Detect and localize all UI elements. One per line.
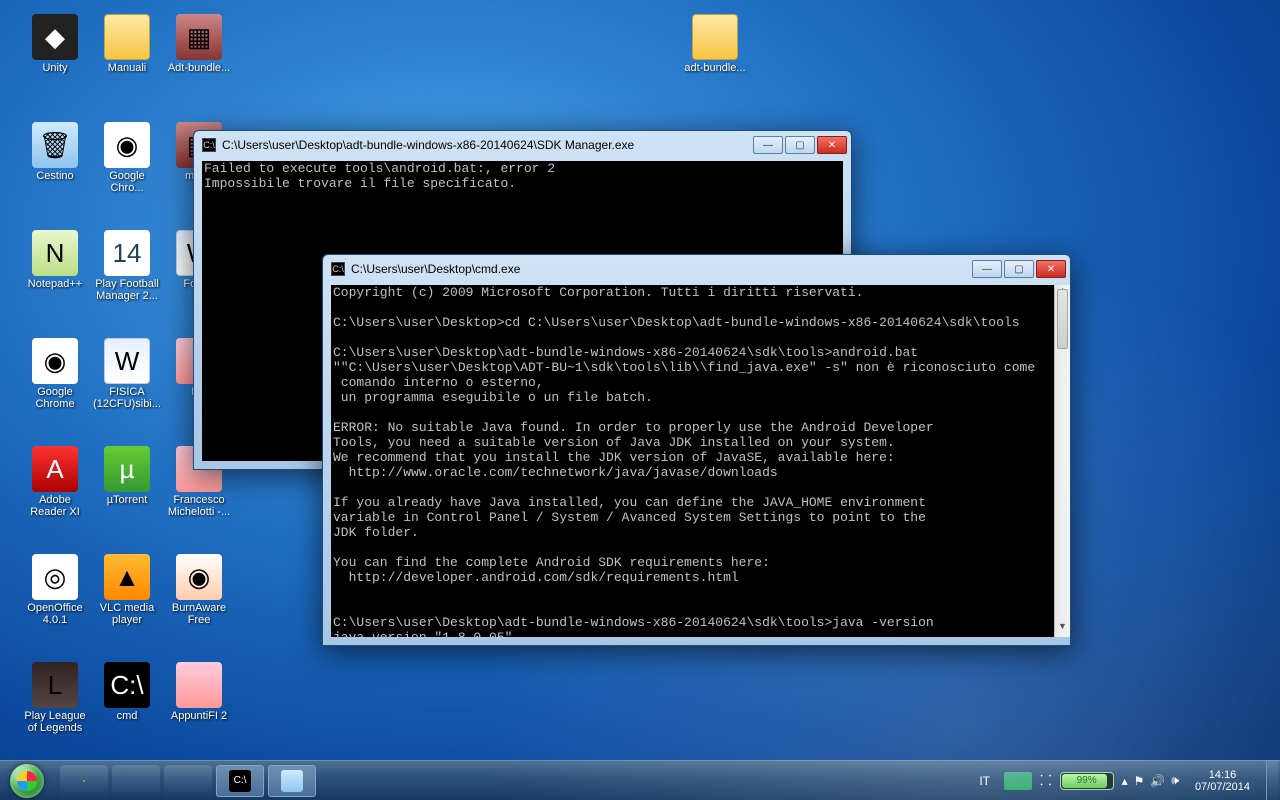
- cestino-icon: 🗑: [32, 122, 78, 168]
- minimize-button[interactable]: —: [972, 260, 1002, 278]
- desktop-icon-appunti[interactable]: AppuntiFI 2: [164, 662, 234, 722]
- cmd-icon: C:\: [331, 262, 345, 276]
- scroll-down-icon[interactable]: ▼: [1055, 621, 1070, 637]
- taskbar-pin-explorer[interactable]: [60, 765, 108, 797]
- openoffice-icon: ◎: [32, 554, 78, 600]
- network-icon[interactable]: [1004, 772, 1032, 790]
- adobe-icon: A: [32, 446, 78, 492]
- desktop-icon-burnaware[interactable]: ◉BurnAware Free: [164, 554, 234, 626]
- desktop-icon-label: Adobe Reader XI: [20, 494, 90, 518]
- vertical-scrollbar[interactable]: ▲ ▼: [1054, 285, 1070, 637]
- desktop-icon-adtbundle1[interactable]: ▦ Adt-bundle...: [164, 14, 234, 74]
- adtbundle2-icon: [692, 14, 738, 60]
- desktop-icon-label: Play League of Legends: [20, 710, 90, 734]
- cmd-window[interactable]: C:\ C:\Users\user\Desktop\cmd.exe — ▢ ✕ …: [322, 254, 1071, 646]
- lol-icon: L: [32, 662, 78, 708]
- maximize-button[interactable]: ▢: [1004, 260, 1034, 278]
- desktop-icon-vlc[interactable]: ▲VLC media player: [92, 554, 162, 626]
- desktop-icon-label: Notepad++: [20, 278, 90, 290]
- desktop-icon-label: cmd: [92, 710, 162, 722]
- cmd-icon: C:\: [202, 138, 216, 152]
- tray-icon[interactable]: 🔊: [1150, 774, 1165, 788]
- show-desktop-button[interactable]: [1266, 761, 1278, 800]
- desktop-icon-label: Google Chrome: [20, 386, 90, 410]
- burnaware-icon: ◉: [176, 554, 222, 600]
- folder-icon: [83, 780, 85, 782]
- language-indicator[interactable]: IT: [973, 774, 996, 788]
- desktop-icon-label: Manuali: [92, 62, 162, 74]
- taskbar-task-explorer[interactable]: [268, 765, 316, 797]
- explorer-icon: [281, 770, 303, 792]
- desktop-icon-label: µTorrent: [92, 494, 162, 506]
- desktop-icon-unity[interactable]: ◆ Unity: [20, 14, 90, 74]
- desktop-icon-npp[interactable]: N Notepad++: [20, 230, 90, 290]
- gchrome-lnk-icon: ◉: [104, 122, 150, 168]
- manuali-icon: [104, 14, 150, 60]
- desktop-icon-playfootball[interactable]: 14Play Football Manager 2...: [92, 230, 162, 302]
- clock-date: 07/07/2014: [1195, 781, 1250, 793]
- start-button[interactable]: [0, 761, 54, 800]
- maximize-button[interactable]: ▢: [785, 136, 815, 154]
- unity-icon: ◆: [32, 14, 78, 60]
- scroll-thumb[interactable]: [1057, 289, 1068, 349]
- desktop-icon-gchrome-lnk[interactable]: ◉Google Chro...: [92, 122, 162, 194]
- desktop-icon-label: BurnAware Free: [164, 602, 234, 626]
- desktop-icon-adtbundle2[interactable]: adt-bundle...: [680, 14, 750, 74]
- window-title: C:\Users\user\Desktop\adt-bundle-windows…: [222, 138, 747, 152]
- cmd-icon: C:\: [229, 770, 251, 792]
- action-center-icon[interactable]: ⚑: [1134, 774, 1145, 788]
- desktop-icon-label: Play Football Manager 2...: [92, 278, 162, 302]
- desktop-icon-adobe[interactable]: AAdobe Reader XI: [20, 446, 90, 518]
- close-button[interactable]: ✕: [1036, 260, 1066, 278]
- desktop-icon-label: Francesco Michelotti -...: [164, 494, 234, 518]
- npp-icon: N: [32, 230, 78, 276]
- desktop-icon-cmd-lnk[interactable]: C:\ cmd: [92, 662, 162, 722]
- desktop-icon-utorrent[interactable]: µ µTorrent: [92, 446, 162, 506]
- taskbar-pin-chrome[interactable]: [112, 765, 160, 797]
- desktop-icon-lol[interactable]: LPlay League of Legends: [20, 662, 90, 734]
- clock-time: 14:16: [1195, 769, 1250, 781]
- desktop-icon-gchrome2[interactable]: ◉Google Chrome: [20, 338, 90, 410]
- playfootball-icon: 14: [104, 230, 150, 276]
- battery-indicator[interactable]: 99%: [1060, 772, 1114, 790]
- cmd-lnk-icon: C:\: [104, 662, 150, 708]
- wifi-icon[interactable]: ⸬: [1040, 771, 1052, 790]
- desktop-icon-label: Google Chro...: [92, 170, 162, 194]
- desktop-icon-label: AppuntiFI 2: [164, 710, 234, 722]
- taskbar: C:\ IT ⸬ 99% ▴ ⚑ 🔊 🕪 14:16 07/07/2014: [0, 760, 1280, 800]
- system-tray: IT ⸬ 99% ▴ ⚑ 🔊 🕪 14:16 07/07/2014: [973, 761, 1280, 800]
- fisica-icon: W: [104, 338, 150, 384]
- desktop-icon-label: Adt-bundle...: [164, 62, 234, 74]
- close-button[interactable]: ✕: [817, 136, 847, 154]
- adtbundle1-icon: ▦: [176, 14, 222, 60]
- window-title: C:\Users\user\Desktop\cmd.exe: [351, 262, 966, 276]
- desktop-icon-label: Unity: [20, 62, 90, 74]
- windows-orb-icon: [10, 764, 44, 798]
- desktop-icon-label: Cestino: [20, 170, 90, 182]
- taskbar-pin-app[interactable]: [164, 765, 212, 797]
- desktop-icon-label: adt-bundle...: [680, 62, 750, 74]
- desktop-icon-label: OpenOffice 4.0.1: [20, 602, 90, 626]
- console-output[interactable]: Copyright (c) 2009 Microsoft Corporation…: [331, 285, 1054, 637]
- desktop-icon-label: FISICA (12CFU)sibi...: [92, 386, 162, 410]
- appunti-icon: [176, 662, 222, 708]
- desktop-icon-manuali[interactable]: Manuali: [92, 14, 162, 74]
- utorrent-icon: µ: [104, 446, 150, 492]
- titlebar[interactable]: C:\ C:\Users\user\Desktop\adt-bundle-win…: [194, 131, 851, 159]
- gchrome2-icon: ◉: [32, 338, 78, 384]
- desktop-icon-label: VLC media player: [92, 602, 162, 626]
- vlc-icon: ▲: [104, 554, 150, 600]
- minimize-button[interactable]: —: [753, 136, 783, 154]
- tray-expand-icon[interactable]: ▴: [1122, 774, 1128, 788]
- desktop-icon-openoffice[interactable]: ◎OpenOffice 4.0.1: [20, 554, 90, 626]
- volume-icon[interactable]: 🕪: [1171, 773, 1179, 788]
- desktop-icon-fisica[interactable]: WFISICA (12CFU)sibi...: [92, 338, 162, 410]
- taskbar-task-cmd[interactable]: C:\: [216, 765, 264, 797]
- titlebar[interactable]: C:\ C:\Users\user\Desktop\cmd.exe — ▢ ✕: [323, 255, 1070, 283]
- clock[interactable]: 14:16 07/07/2014: [1187, 769, 1258, 793]
- desktop-icon-cestino[interactable]: 🗑 Cestino: [20, 122, 90, 182]
